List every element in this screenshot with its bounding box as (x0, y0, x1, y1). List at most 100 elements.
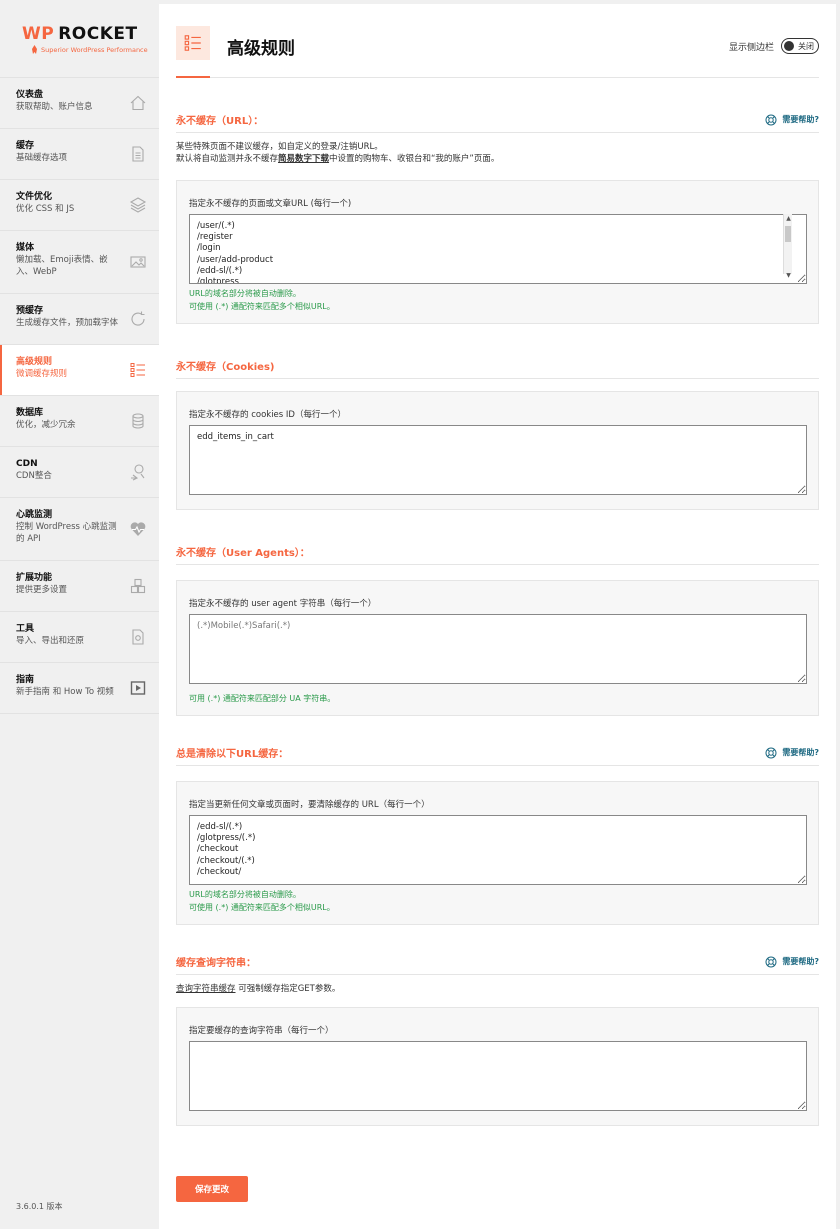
home-icon (129, 94, 147, 112)
field-box: 指定永不缓存的页面或文章URL (每行一个) /user/(.*) /regis… (176, 180, 819, 324)
field-label: 指定永不缓存的页面或文章URL (每行一个) (189, 199, 352, 209)
hint-ua-wildcard: 可用 (.*) 通配符来匹配部分 UA 字符串。 (189, 694, 336, 703)
sidebar-menu: 仪表盘 获取帮助、账户信息 缓存 基础缓存选项 文件优化 优化 CSS 和 JS… (0, 78, 159, 714)
sidebar-item-title: CDN (16, 459, 38, 469)
sidebar-item-title: 预缓存 (16, 306, 44, 316)
heartbeat-icon (129, 520, 147, 538)
never-cache-url-textarea[interactable]: /user/(.*) /register /login /user/add-pr… (189, 214, 807, 284)
section-header: 永不缓存（User Agents）： (176, 539, 819, 565)
section-header: 永不缓存（Cookies) (176, 353, 819, 379)
section-description: 查询字符串缓存 可强制缓存指定GET参数。 (176, 983, 819, 995)
play-icon (129, 679, 147, 697)
scroll-down-arrow[interactable]: ▼ (785, 272, 792, 280)
field-label: 指定当更新任何文章或页面时，要清除缓存的 URL（每行一个） (189, 800, 430, 810)
sidebar: WP ROCKET Superior WordPress Performance… (0, 0, 159, 1229)
toggle-knob (784, 41, 794, 51)
field-label: 指定永不缓存的 cookies ID（每行一个） (189, 410, 346, 420)
field-box: 指定当更新任何文章或页面时，要清除缓存的 URL（每行一个） /edd-sl/(… (176, 781, 819, 925)
section-title: 永不缓存（Cookies) (176, 362, 275, 373)
sidebar-item-desc: 导入、导出和还原 (16, 636, 85, 646)
toggle-switch[interactable]: 关闭 (781, 38, 819, 54)
sidebar-item-desc: 提供更多设置 (16, 585, 68, 595)
field-hints: URL的域名部分将被自动删除。 可使用 (.*) 通配符来匹配多个相似URL。 (189, 885, 806, 924)
sidebar-item-cdn[interactable]: CDN CDN整合 (0, 447, 159, 498)
rocket-icon (32, 45, 37, 54)
image-icon (129, 253, 147, 271)
sidebar-item-title: 工具 (16, 624, 35, 634)
hint-wildcard: 可使用 (.*) 通配符来匹配多个相似URL。 (189, 903, 335, 912)
section-always-purge-urls: 总是清除以下URL缓存： 需要帮助? 指定当更新任何文章或页面时，要清除缓存的 … (176, 740, 819, 925)
show-sidebar-toggle[interactable]: 显示侧边栏 关闭 (729, 38, 819, 54)
toggle-state: 关闭 (798, 41, 814, 51)
scroll-thumb[interactable] (785, 226, 791, 242)
sidebar-item-title: 缓存 (16, 141, 35, 151)
sidebar-item-file-optimization[interactable]: 文件优化 优化 CSS 和 JS (0, 180, 159, 231)
sidebar-item-preload[interactable]: 预缓存 生成缓存文件，预加载字体 (0, 294, 159, 345)
help-link[interactable]: 需要帮助? (765, 747, 819, 759)
sidebar-item-title: 高级规则 (16, 357, 53, 367)
textarea-scrollbar[interactable]: ▲ ▼ (783, 214, 792, 279)
never-cache-user-agents-textarea[interactable]: (.*)Mobile(.*)Safari(.*) (189, 614, 807, 684)
sidebar-item-dashboard[interactable]: 仪表盘 获取帮助、账户信息 (0, 78, 159, 129)
sidebar-item-heartbeat[interactable]: 心跳监测 控制 WordPress 心跳监测的 API (0, 498, 159, 561)
section-header: 缓存查询字符串： 需要帮助? (176, 949, 819, 975)
field-box: 指定永不缓存的 user agent 字符串（每行一个） (.*)Mobile(… (176, 580, 819, 716)
section-title: 永不缓存（User Agents）： (176, 548, 310, 559)
logo-tagline: Superior WordPress Performance (41, 46, 148, 54)
sidebar-item-desc: CDN整合 (16, 471, 52, 481)
help-label: 需要帮助? (782, 957, 819, 966)
field-label: 指定永不缓存的 user agent 字符串（每行一个） (189, 599, 377, 609)
sidebar-item-desc: 生成缓存文件，预加载字体 (16, 318, 119, 328)
sidebar-item-database[interactable]: 数据库 优化，减少冗余 (0, 396, 159, 447)
cache-query-strings-textarea[interactable] (189, 1041, 807, 1111)
sidebar-item-cache[interactable]: 缓存 基础缓存选项 (0, 129, 159, 180)
field-label: 指定要缓存的查询字符串（每行一个） (189, 1026, 334, 1036)
sidebar-item-media[interactable]: 媒体 懒加载、Emoji表情、嵌入、WebP (0, 231, 159, 294)
toggle-label: 显示侧边栏 (728, 42, 774, 53)
field-hints: 可用 (.*) 通配符来匹配部分 UA 字符串。 (189, 684, 806, 715)
database-icon (129, 412, 147, 430)
desc-line-1: 某些特殊页面不建议缓存，如自定义的登录/注销URL。 (176, 142, 383, 152)
header-icon-underline (176, 76, 210, 78)
sidebar-item-tools[interactable]: 工具 导入、导出和还原 (0, 612, 159, 663)
query-string-cache-link[interactable]: 查询字符串缓存 (176, 984, 236, 994)
sidebar-item-advanced-rules[interactable]: 高级规则 微调缓存规则 (0, 345, 159, 396)
lifebuoy-icon (765, 956, 777, 967)
scroll-up-arrow[interactable]: ▲ (785, 215, 792, 223)
section-never-cache-url: 永不缓存（URL）： 需要帮助? 某些特殊页面不建议缓存，如自定义的登录/注销U… (176, 107, 819, 324)
sidebar-item-tutorials[interactable]: 指南 新手指南 和 How To 视频 (0, 663, 159, 714)
version-label: 3.6.0.1 版本 (16, 1202, 63, 1211)
addons-icon (129, 577, 147, 595)
never-cache-cookies-textarea[interactable]: edd_items_in_cart (189, 425, 807, 495)
hint-domain-removed: URL的域名部分将被自动删除。 (189, 289, 301, 298)
hint-wildcard: 可使用 (.*) 通配符来匹配多个相似URL。 (189, 302, 335, 311)
list-icon (129, 361, 147, 379)
section-title: 缓存查询字符串： (176, 958, 256, 969)
sidebar-item-title: 媒体 (16, 243, 35, 253)
page-title: 高级规则 (227, 39, 295, 59)
section-header: 总是清除以下URL缓存： 需要帮助? (176, 740, 819, 766)
sidebar-item-desc: 控制 WordPress 心跳监测的 API (16, 522, 117, 544)
section-title: 永不缓存（URL）： (176, 116, 264, 127)
sidebar-item-addons[interactable]: 扩展功能 提供更多设置 (0, 561, 159, 612)
hint-domain-removed: URL的域名部分将被自动删除。 (189, 890, 301, 899)
section-never-cache-cookies: 永不缓存（Cookies) 指定永不缓存的 cookies ID（每行一个） e… (176, 353, 819, 510)
tools-icon (129, 628, 147, 646)
section-title: 总是清除以下URL缓存： (176, 749, 289, 760)
easy-digital-downloads-link[interactable]: 简易数字下载 (278, 154, 329, 164)
lifebuoy-icon (765, 747, 777, 758)
field-hints: URL的域名部分将被自动删除。 可使用 (.*) 通配符来匹配多个相似URL。 (189, 284, 806, 323)
section-never-cache-user-agents: 永不缓存（User Agents）： 指定永不缓存的 user agent 字符… (176, 539, 819, 716)
sidebar-item-desc: 获取帮助、账户信息 (16, 102, 93, 112)
layers-icon (129, 196, 147, 214)
help-link[interactable]: 需要帮助? (765, 956, 819, 968)
page-header: 高级规则 显示侧边栏 关闭 (176, 4, 819, 78)
lifebuoy-icon (765, 114, 777, 125)
sidebar-item-desc: 基础缓存选项 (16, 153, 68, 163)
save-changes-button[interactable]: 保存更改 (176, 1176, 248, 1202)
help-link[interactable]: 需要帮助? (765, 114, 819, 126)
section-description: 某些特殊页面不建议缓存，如自定义的登录/注销URL。 默认将自动监测并永不缓存简… (176, 141, 819, 165)
document-icon (129, 145, 147, 163)
always-purge-urls-textarea[interactable]: /edd-sl/(.*) /glotpress/(.*) /checkout /… (189, 815, 807, 885)
wp-rocket-logo[interactable]: WP ROCKET Superior WordPress Performance (0, 0, 159, 78)
